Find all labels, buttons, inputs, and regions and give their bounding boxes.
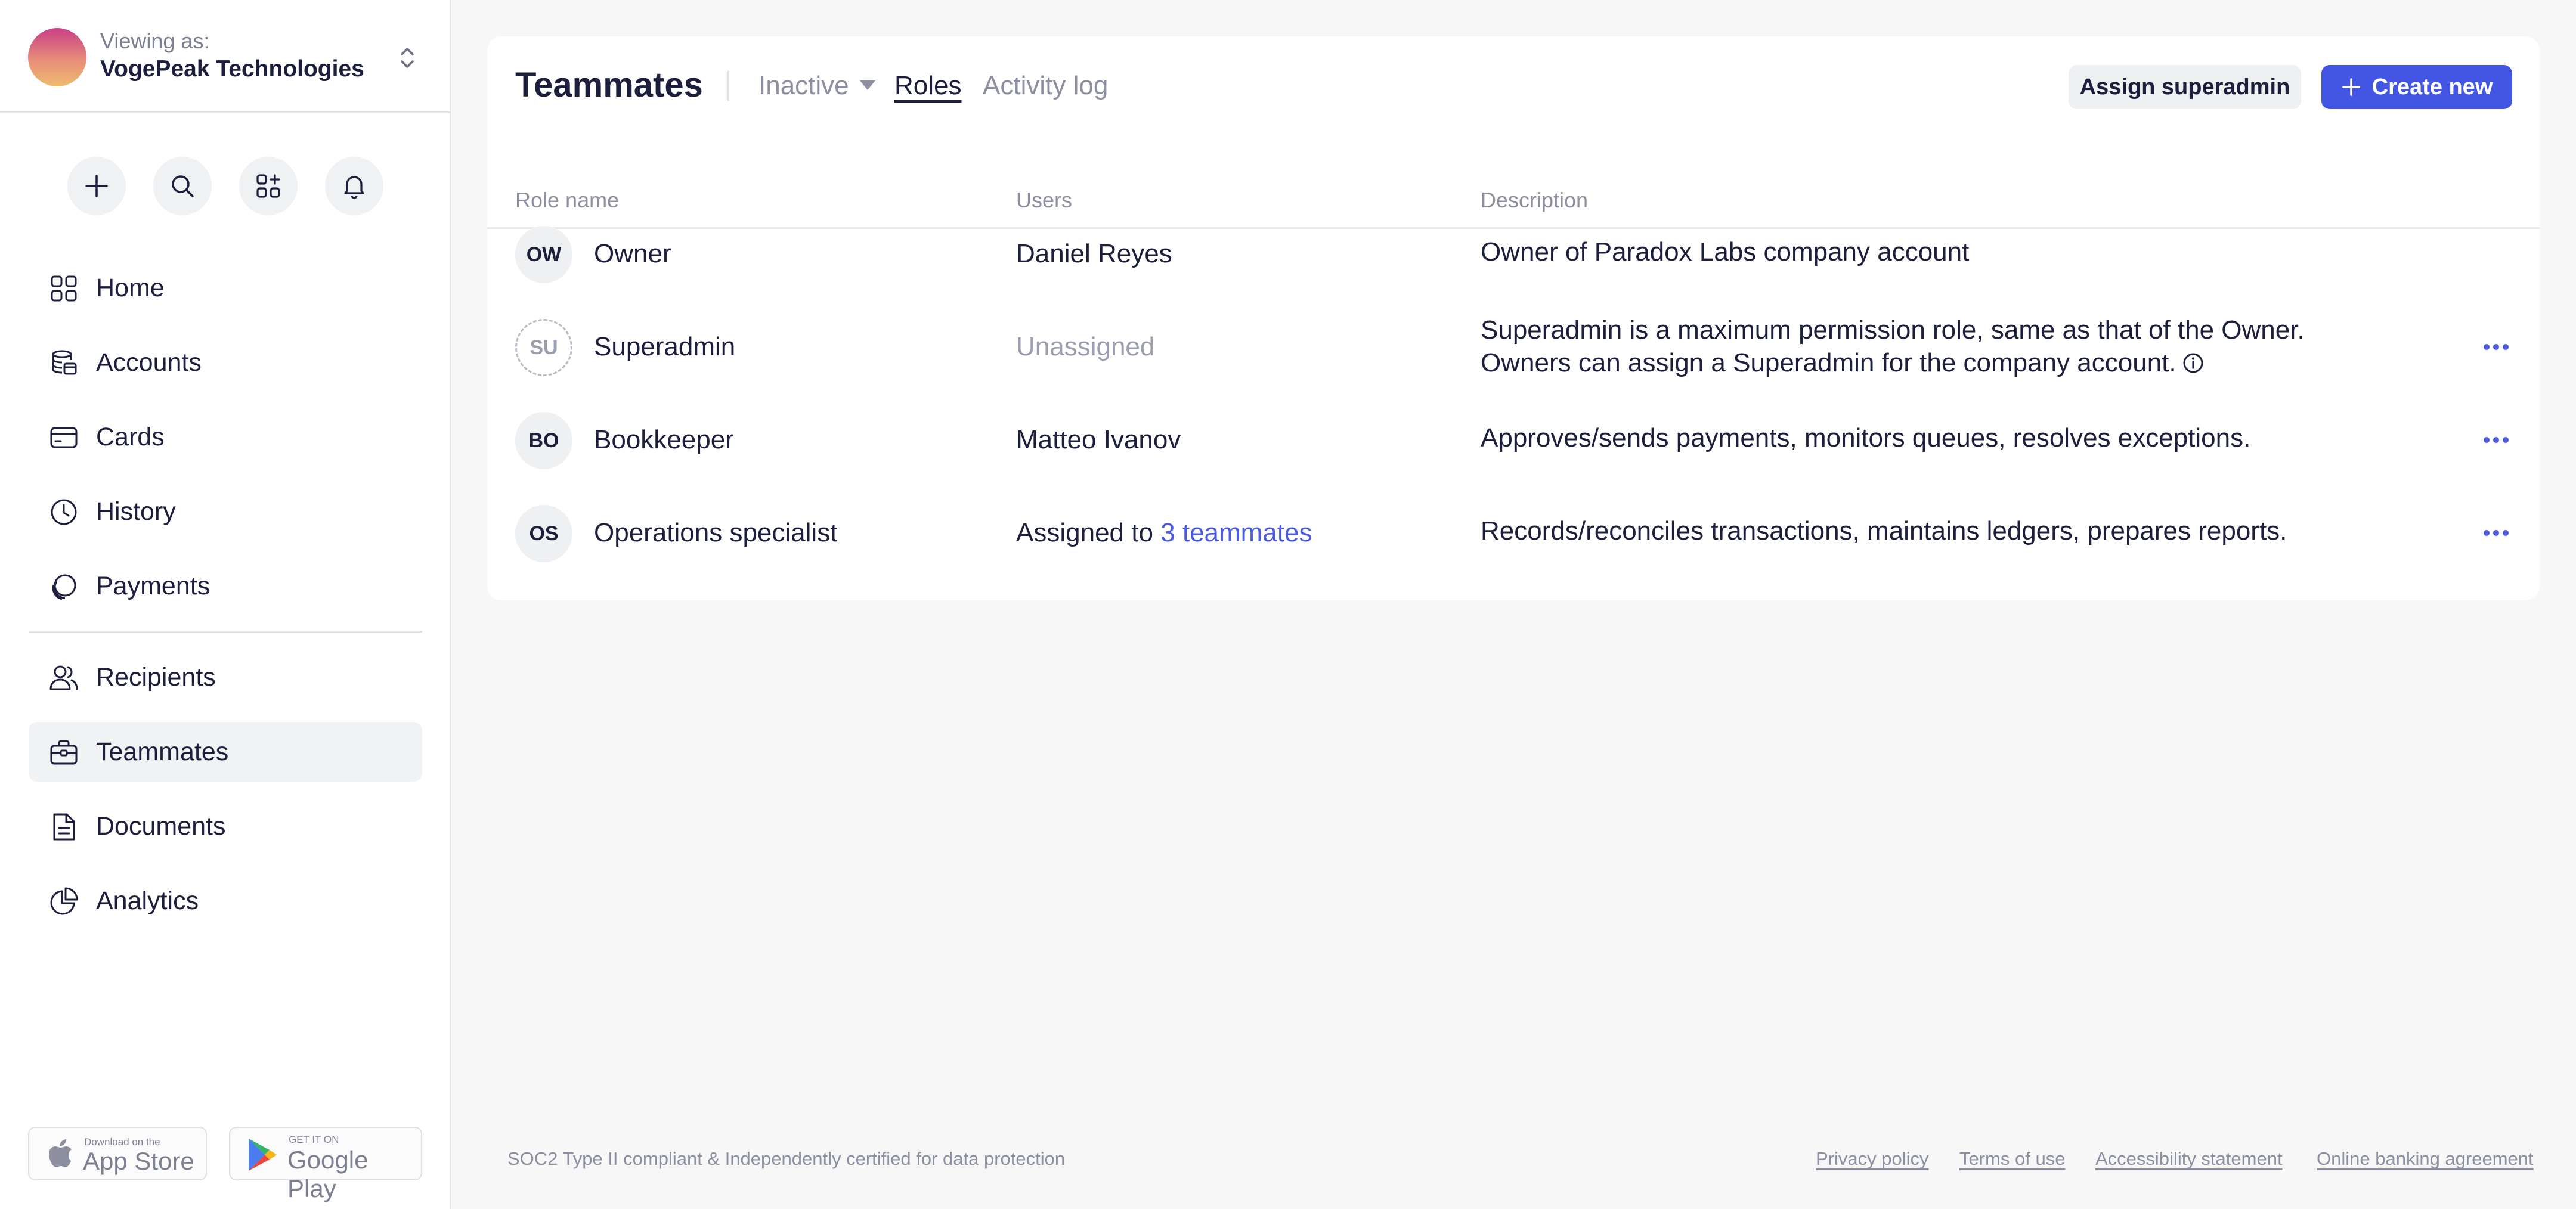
info-icon[interactable] <box>2182 352 2204 374</box>
tab-roles[interactable]: Roles <box>894 71 962 101</box>
briefcase-icon <box>50 740 78 765</box>
role-description-line-2: Owners can assign a Superadmin for the c… <box>1481 346 2305 379</box>
role-description: Superadmin is a maximum permission role,… <box>1481 314 2305 379</box>
roles-card: Teammates Inactive Roles Activity log As… <box>487 36 2540 600</box>
sidebar-item-label: Teammates <box>96 737 229 766</box>
role-description: Records/reconciles transactions, maintai… <box>1481 516 2287 545</box>
role-name: Bookkeeper <box>594 425 734 454</box>
role-description: Owner of Paradox Labs company account <box>1481 237 1970 266</box>
sidebar-item-label: Analytics <box>96 886 199 915</box>
role-initials-badge: BO <box>515 412 572 469</box>
sidebar-item-label: Recipients <box>96 662 216 692</box>
search-icon <box>172 175 194 197</box>
create-new-button[interactable]: Create new <box>2321 65 2512 109</box>
google-play-badge[interactable]: GET IT ON Google Play <box>229 1127 422 1202</box>
sidebar: Viewing as: VogePeak Technologies Home A… <box>0 0 451 1209</box>
apps-icon <box>256 174 280 198</box>
table-row-operations-specialist[interactable]: OS Operations specialist Assigned to 3 t… <box>487 486 2540 579</box>
role-users: Unassigned <box>1016 332 1155 361</box>
home-grid-icon <box>51 275 77 302</box>
tab-activity-log[interactable]: Activity log <box>983 71 1108 101</box>
company-avatar <box>28 28 86 86</box>
table-row-owner[interactable]: OW Owner Daniel Reyes Owner of Paradox L… <box>487 207 2540 300</box>
sidebar-item-label: Payments <box>96 571 210 600</box>
app-store-small-text: Download on the <box>84 1136 160 1148</box>
accounts-stack-icon <box>52 350 77 375</box>
role-description-line: Superadmin is a maximum permission role,… <box>1481 315 2305 345</box>
bell-icon <box>344 176 364 199</box>
compliance-note: SOC2 Type II compliant & Independently c… <box>507 1148 1066 1169</box>
page-title: Teammates <box>515 66 703 104</box>
create-new-label: Create new <box>2371 74 2493 100</box>
role-description-line-text: Owners can assign a Superadmin for the c… <box>1481 348 2176 377</box>
tab-inactive[interactable]: Inactive <box>758 71 849 101</box>
terms-of-use-link[interactable]: Terms of use <box>1959 1148 2065 1170</box>
role-initials-badge: OW <box>515 226 572 283</box>
privacy-policy-link[interactable]: Privacy policy <box>1816 1148 1929 1170</box>
google-play-label: Google Play <box>287 1146 369 1202</box>
sidebar-item-analytics[interactable]: Analytics <box>29 871 422 931</box>
role-users: Assigned to 3 teammates <box>1016 518 1312 548</box>
caret-down-icon[interactable] <box>860 80 875 90</box>
role-name: Owner <box>594 239 671 268</box>
more-options-icon[interactable] <box>2482 343 2510 351</box>
chevron-up-down-icon[interactable] <box>398 45 416 71</box>
card-icon <box>50 427 78 448</box>
sidebar-item-teammates[interactable]: Teammates <box>29 722 422 782</box>
accessibility-statement-link[interactable]: Accessibility statement <box>2095 1148 2283 1170</box>
apple-icon <box>49 1139 72 1167</box>
google-play-icon <box>249 1139 277 1171</box>
table-row-bookkeeper[interactable]: BO Bookkeeper Matteo Ivanov Approves/sen… <box>487 393 2540 486</box>
quick-apps-button[interactable] <box>239 157 298 215</box>
role-name: Superadmin <box>594 332 736 361</box>
table-row-superadmin[interactable]: SU Superadmin Unassigned Superadmin is a… <box>487 300 2540 393</box>
account-switcher[interactable]: Viewing as: VogePeak Technologies <box>0 0 451 113</box>
assign-superadmin-label: Assign superadmin <box>2079 74 2290 100</box>
role-name: Operations specialist <box>594 518 838 547</box>
assigned-teammates-link[interactable]: 3 teammates <box>1160 518 1312 547</box>
sidebar-item-label: Accounts <box>96 348 202 377</box>
sidebar-item-label: Documents <box>96 811 226 841</box>
role-users: Daniel Reyes <box>1016 239 1172 268</box>
plus-icon <box>2342 78 2360 96</box>
more-options-icon[interactable] <box>2482 529 2510 537</box>
quick-notifications-button[interactable] <box>325 157 383 215</box>
app-store-label: App Store <box>83 1147 194 1175</box>
role-description: Approves/sends payments, monitors queues… <box>1481 423 2251 452</box>
role-users: Matteo Ivanov <box>1016 425 1181 454</box>
sidebar-item-label: Home <box>96 273 165 302</box>
sidebar-item-cards[interactable]: Cards <box>29 407 422 467</box>
users-prefix: Assigned to <box>1016 518 1161 547</box>
google-play-small-text: GET IT ON <box>289 1134 339 1145</box>
app-store-badge[interactable]: Download on the App Store <box>28 1127 207 1180</box>
company-name: VogePeak Technologies <box>100 56 364 82</box>
more-options-icon[interactable] <box>2482 436 2510 444</box>
sidebar-item-documents[interactable]: Documents <box>29 796 422 856</box>
role-initials-badge: SU <box>515 319 572 376</box>
sidebar-item-label: Cards <box>96 422 165 451</box>
sidebar-item-payments[interactable]: Payments <box>29 556 422 616</box>
quick-add-button[interactable] <box>67 157 126 215</box>
sidebar-item-label: History <box>96 497 176 526</box>
viewing-as-label: Viewing as: <box>100 29 210 53</box>
nav-divider <box>29 631 422 633</box>
people-icon <box>49 665 78 690</box>
clock-icon <box>51 499 77 525</box>
quick-search-button[interactable] <box>153 157 212 215</box>
sidebar-item-home[interactable]: Home <box>29 258 422 318</box>
assign-superadmin-button[interactable]: Assign superadmin <box>2069 65 2301 109</box>
payments-icon <box>52 574 76 600</box>
role-initials-badge: OS <box>515 505 572 562</box>
pie-chart-icon <box>50 887 78 915</box>
sidebar-item-history[interactable]: History <box>29 482 422 541</box>
plus-icon <box>85 175 108 197</box>
sidebar-item-recipients[interactable]: Recipients <box>29 647 422 707</box>
document-icon <box>53 813 75 841</box>
online-banking-agreement-link[interactable]: Online banking agreement <box>2317 1148 2534 1170</box>
title-divider <box>727 71 729 101</box>
sidebar-item-accounts[interactable]: Accounts <box>29 333 422 392</box>
